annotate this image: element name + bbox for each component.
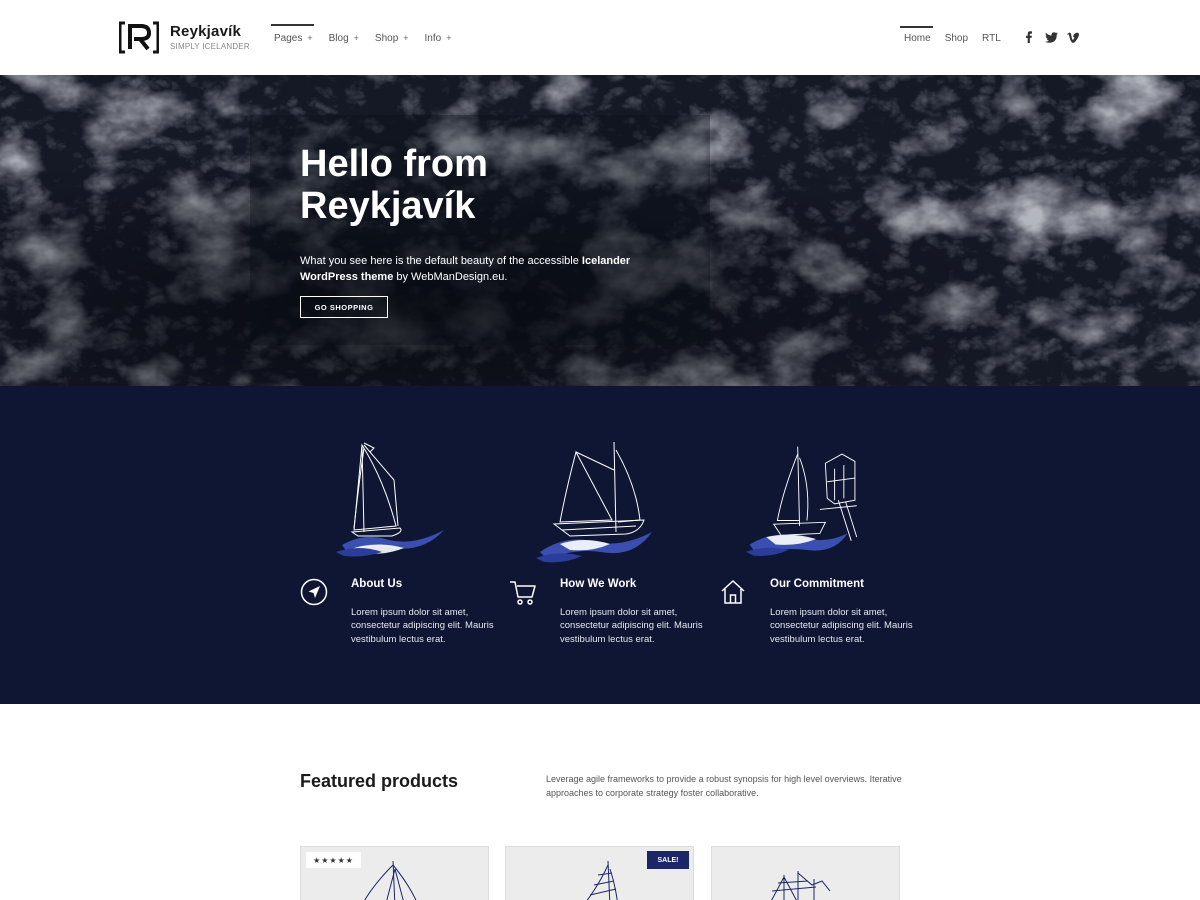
nav-item-home[interactable]: Home [900,26,935,50]
plus-icon: + [307,33,313,43]
product-card[interactable]: SALE! [505,846,694,900]
nav-item-info[interactable]: Info + [422,24,456,52]
social-links [1018,29,1084,45]
plus-icon: + [403,33,409,43]
nav-label: Info [424,33,442,44]
site-header: Reykjavík SIMPLY ICELANDER Pages + Blog + … [0,0,1200,75]
sale-badge: SALE! [647,851,689,869]
feature-text: Lorem ipsum dolor sit amet, consectetur … [560,607,703,645]
nav-item-shop[interactable]: Shop + [372,24,413,52]
nav-label: Blog [328,33,349,44]
feature-about-us: About Us Lorem ipsum dolor sit amet, con… [300,386,510,704]
rating-stars: ★★★★★ [306,852,361,868]
feature-title: Our Commitment [770,578,864,590]
hero-title-line: Hello from [300,143,488,185]
plus-icon: + [353,33,359,43]
go-shopping-button[interactable]: GO SHOPPING [300,296,388,318]
feature-title: About Us [351,578,403,590]
compass-icon [300,578,328,606]
hero-text-part: by WebManDesign.eu. [393,271,508,283]
home-icon [721,579,745,604]
nav-item-blog[interactable]: Blog + [326,24,363,52]
site-tagline: SIMPLY ICELANDER [170,42,250,51]
sailboat-illustration [336,442,444,557]
product-image [771,871,831,900]
nav-label: Pages [274,33,303,44]
product-card[interactable] [711,846,900,900]
sailboat-illustration [536,441,652,563]
twitter-icon[interactable] [1040,29,1062,45]
featured-products-description: Leverage agile frameworks to provide a r… [546,774,902,798]
nav-label: Shop [374,33,399,44]
ocean-texture-image [0,75,1200,386]
feature-text: Lorem ipsum dolor sit amet, consectetur … [770,607,913,645]
hero-banner: Hello from Reykjavík What you see here i… [0,75,1200,386]
plus-icon: + [446,33,452,43]
hero-text-part: What you see here is the default beauty … [300,255,582,267]
hero-title-line: Reykjavík [300,185,476,227]
feature-title: How We Work [560,578,637,590]
featured-products-title: Featured products [300,771,459,791]
secondary-nav: Home Shop RTL [900,26,1011,50]
site-title[interactable]: Reykjavík [170,23,241,40]
feature-our-commitment: Our Commitment Lorem ipsum dolor sit ame… [719,386,929,704]
cart-icon [510,581,536,605]
hero-title: Hello from Reykjavík [300,143,600,227]
vimeo-icon[interactable] [1062,29,1084,45]
nav-item-shop-secondary[interactable]: Shop [941,26,972,50]
primary-nav: Pages + Blog + Shop + Info + [271,24,464,52]
feature-how-we-work: How We Work Lorem ipsum dolor sit amet, … [509,386,719,704]
logo-icon[interactable] [119,21,159,54]
hero-description: What you see here is the default beauty … [300,253,650,285]
feature-text: Lorem ipsum dolor sit amet, consectetur … [351,607,494,645]
product-card[interactable]: ★★★★★ [300,846,489,900]
facebook-icon[interactable] [1018,29,1040,45]
nav-item-rtl[interactable]: RTL [978,26,1005,50]
nav-item-pages[interactable]: Pages + [271,24,317,52]
features-section: About Us Lorem ipsum dolor sit amet, con… [0,386,1200,704]
harbor-boat-illustration [746,446,858,556]
